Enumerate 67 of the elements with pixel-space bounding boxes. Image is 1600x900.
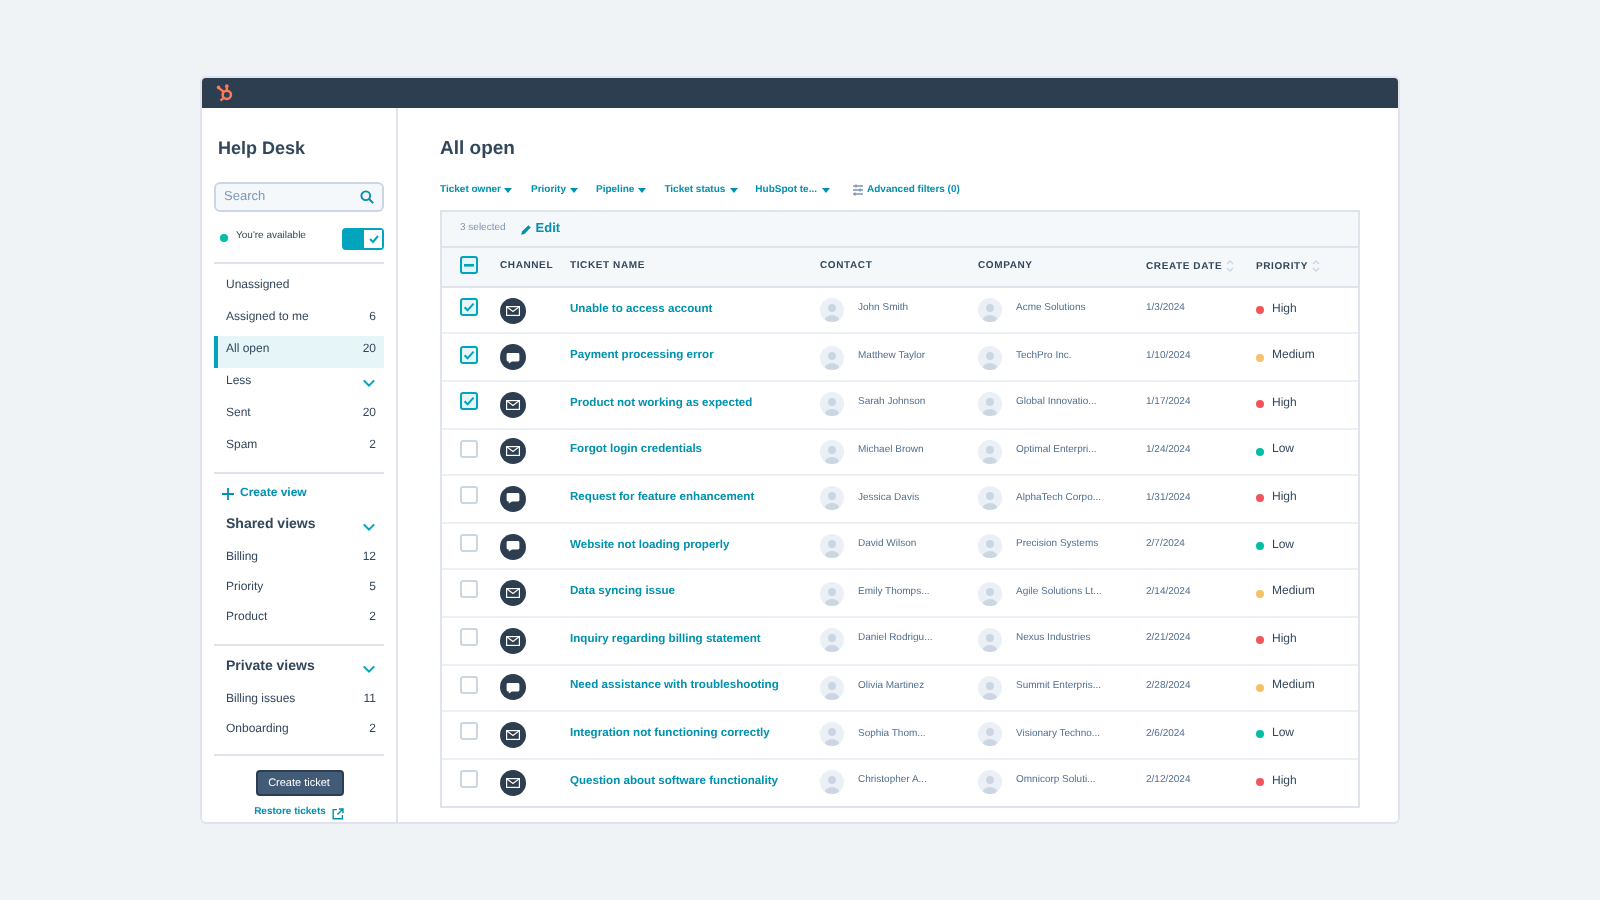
chat-bubble-icon (500, 533, 526, 560)
company-avatar-icon (978, 298, 1002, 323)
status-dot (220, 234, 228, 242)
company-avatar-icon (978, 486, 1002, 511)
sidebar-title: Help Desk (218, 136, 308, 162)
check-icon (462, 347, 476, 362)
row-checkbox[interactable] (460, 392, 478, 411)
external-link-icon (331, 808, 344, 821)
plus-icon (222, 488, 234, 500)
row-checkbox[interactable] (460, 627, 478, 646)
row-checkbox[interactable] (460, 580, 478, 599)
company-avatar-icon (978, 770, 1002, 795)
person-avatar-icon (820, 770, 844, 795)
page-title: All open (440, 136, 517, 164)
chevron-icon[interactable] (362, 521, 376, 532)
check-icon (462, 394, 476, 409)
row-checkbox[interactable] (460, 439, 478, 458)
check-icon (462, 300, 476, 315)
company-avatar-icon (978, 392, 1002, 417)
caret-icon (821, 187, 830, 194)
envelope-icon (500, 580, 526, 607)
company-avatar-icon (978, 675, 1002, 700)
company-avatar-icon (978, 439, 1002, 464)
pencil-icon (519, 223, 532, 236)
check-icon (367, 233, 379, 243)
row-checkbox[interactable] (460, 298, 478, 317)
chat-bubble-icon (500, 485, 526, 512)
company-avatar-icon (978, 345, 1002, 370)
person-avatar-icon (820, 722, 844, 747)
envelope-icon (500, 438, 526, 465)
envelope-icon (500, 721, 526, 748)
filter-icon (851, 184, 864, 197)
availability-toggle[interactable] (342, 227, 384, 249)
person-avatar-icon (820, 392, 844, 417)
select-all-checkbox[interactable] (460, 255, 478, 274)
envelope-icon (500, 769, 526, 796)
sprocket-logo-icon[interactable] (216, 84, 234, 102)
company-avatar-icon (978, 628, 1002, 653)
row-checkbox[interactable] (460, 533, 478, 552)
caret-icon (638, 187, 647, 194)
envelope-icon (500, 297, 526, 324)
row-checkbox[interactable] (460, 769, 478, 788)
person-avatar-icon (820, 439, 844, 464)
envelope-icon (500, 627, 526, 654)
row-checkbox[interactable] (460, 486, 478, 505)
person-avatar-icon (820, 534, 844, 559)
caret-icon (504, 187, 513, 194)
caret-icon (570, 187, 578, 194)
person-avatar-icon (820, 675, 844, 700)
person-avatar-icon (820, 628, 844, 653)
chat-bubble-icon (500, 344, 526, 371)
company-avatar-icon (978, 581, 1002, 606)
envelope-icon (500, 391, 526, 418)
caret-icon (729, 187, 738, 194)
chat-bubble-icon (500, 674, 526, 701)
row-checkbox[interactable] (460, 675, 478, 694)
person-avatar-icon (820, 345, 844, 370)
row-checkbox[interactable] (460, 722, 478, 741)
chevron-icon[interactable] (362, 664, 376, 675)
search-icon[interactable] (360, 189, 374, 203)
chevron-icon[interactable] (362, 378, 376, 388)
person-avatar-icon (820, 298, 844, 323)
person-avatar-icon (820, 581, 844, 606)
company-avatar-icon (978, 534, 1002, 559)
row-checkbox[interactable] (460, 345, 478, 364)
company-avatar-icon (978, 722, 1002, 747)
person-avatar-icon (820, 486, 844, 511)
